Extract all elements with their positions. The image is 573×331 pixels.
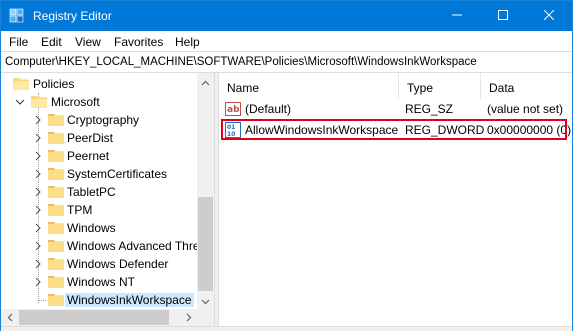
tree-item-label: Cryptography	[67, 113, 140, 127]
scroll-up-button[interactable]	[197, 73, 214, 90]
tree-item-label: Windows	[67, 221, 116, 235]
tree-item-microsoft[interactable]: Microsoft	[1, 93, 197, 111]
menu-bar: File Edit View Favorites Help	[1, 31, 572, 51]
folder-icon	[48, 238, 64, 252]
chevron-right-icon[interactable]	[33, 150, 43, 162]
tree-item-label: PeerDist	[67, 131, 114, 145]
value-type: REG_SZ	[405, 102, 454, 116]
tree-item-windows[interactable]: Windows	[1, 219, 197, 237]
tree-connector	[38, 300, 46, 301]
tree-item-label: Policies	[33, 77, 75, 91]
close-button[interactable]	[526, 1, 572, 31]
maximize-icon	[498, 9, 508, 23]
scroll-right-button[interactable]	[180, 309, 197, 326]
tree-item-tpm[interactable]: TPM	[1, 201, 197, 219]
tree-item-cryptography[interactable]: Cryptography	[1, 111, 197, 129]
scroll-left-button[interactable]	[1, 309, 18, 326]
menu-favorites[interactable]: Favorites	[114, 35, 163, 49]
key-tree[interactable]: Policies Microsoft Cryptography PeerDist	[1, 73, 214, 309]
column-header-type[interactable]: Type	[399, 73, 481, 99]
value-row-default[interactable]: ab (Default) REG_SZ (value not set)	[219, 99, 572, 119]
chevron-down-icon[interactable]	[15, 96, 25, 108]
tree-item-peernet[interactable]: Peernet	[1, 147, 197, 165]
tree-item-label: Windows NT	[67, 275, 136, 289]
tree-item-windows-advanced-threat-protection[interactable]: Windows Advanced Threat Protection	[1, 237, 214, 255]
tree-item-label: WindowsInkWorkspace	[65, 293, 194, 307]
chevron-up-icon	[201, 75, 210, 89]
tree-vertical-scrollbar[interactable]	[197, 73, 214, 309]
menu-file[interactable]: File	[9, 35, 28, 49]
tree-item-peerdist[interactable]: PeerDist	[1, 129, 197, 147]
chevron-right-icon[interactable]	[33, 114, 43, 126]
chevron-down-icon	[201, 294, 210, 308]
column-header-name[interactable]: Name	[219, 73, 399, 99]
folder-icon	[48, 256, 64, 270]
minimize-icon	[452, 9, 462, 23]
column-header-data[interactable]: Data	[481, 73, 572, 99]
chevron-right-icon[interactable]	[33, 204, 43, 216]
tree-horizontal-scrollbar[interactable]	[1, 309, 214, 326]
tree-item-label: Windows Advanced Threat Protection	[67, 239, 214, 253]
folder-icon	[48, 112, 64, 126]
folder-icon	[48, 130, 64, 144]
folder-icon	[48, 166, 64, 180]
registry-editor-icon	[9, 8, 25, 24]
string-value-icon: ab	[225, 101, 241, 117]
close-icon	[543, 9, 555, 23]
folder-icon	[48, 184, 64, 198]
tree-item-label: SystemCertificates	[67, 167, 168, 181]
tree-item-label: TPM	[67, 203, 93, 217]
tree-item-label: Microsoft	[51, 95, 100, 109]
red-highlight-box	[221, 119, 567, 140]
value-data: (value not set)	[487, 102, 564, 116]
folder-icon	[48, 274, 64, 288]
folder-icon	[48, 292, 64, 306]
menu-view[interactable]: View	[75, 35, 101, 49]
window-title: Registry Editor	[33, 9, 112, 23]
svg-text:ab: ab	[227, 105, 240, 115]
tree-item-systemcertificates[interactable]: SystemCertificates	[1, 165, 197, 183]
chevron-right-icon[interactable]	[33, 186, 43, 198]
values-list[interactable]: Name Type Data ab (Default) REG_SZ (valu…	[219, 73, 572, 326]
chevron-right-icon[interactable]	[33, 222, 43, 234]
scroll-thumb[interactable]	[198, 197, 213, 291]
tree-item-label: Peernet	[67, 149, 110, 163]
chevron-left-icon	[7, 311, 13, 325]
scroll-down-button[interactable]	[197, 292, 214, 309]
tree-item-windows-nt[interactable]: Windows NT	[1, 273, 197, 291]
minimize-button[interactable]	[434, 1, 480, 31]
tree-item-windows-defender[interactable]: Windows Defender	[1, 255, 197, 273]
tree-item-policies[interactable]: Policies	[1, 75, 197, 93]
chevron-right-icon[interactable]	[33, 258, 43, 270]
maximize-button[interactable]	[480, 1, 526, 31]
value-name: (Default)	[245, 102, 292, 116]
folder-icon	[48, 148, 64, 162]
tree-item-tabletpc[interactable]: TabletPC	[1, 183, 197, 201]
chevron-right-icon[interactable]	[33, 240, 43, 252]
menu-edit[interactable]: Edit	[41, 35, 62, 49]
title-bar[interactable]: Registry Editor	[1, 1, 572, 31]
tree-item-windowsinkworkspace[interactable]: WindowsInkWorkspace	[1, 291, 197, 309]
tree-item-label: Windows Defender	[67, 257, 169, 271]
folder-open-icon	[31, 94, 47, 108]
chevron-right-icon[interactable]	[33, 132, 43, 144]
status-bar	[1, 326, 572, 331]
tree-item-label: TabletPC	[67, 185, 116, 199]
address-path[interactable]: Computer\HKEY_LOCAL_MACHINE\SOFTWARE\Pol…	[5, 56, 477, 68]
chevron-right-icon[interactable]	[33, 276, 43, 288]
chevron-right-icon	[186, 311, 192, 325]
menu-help[interactable]: Help	[175, 35, 200, 49]
chevron-right-icon[interactable]	[33, 168, 43, 180]
scroll-thumb[interactable]	[19, 310, 169, 325]
address-bar[interactable]: Computer\HKEY_LOCAL_MACHINE\SOFTWARE\Pol…	[1, 51, 572, 73]
folder-open-icon	[13, 76, 29, 90]
registry-editor-window: Registry Editor File Edit View Favorites…	[0, 0, 573, 331]
folder-icon	[48, 202, 64, 216]
folder-icon	[48, 220, 64, 234]
